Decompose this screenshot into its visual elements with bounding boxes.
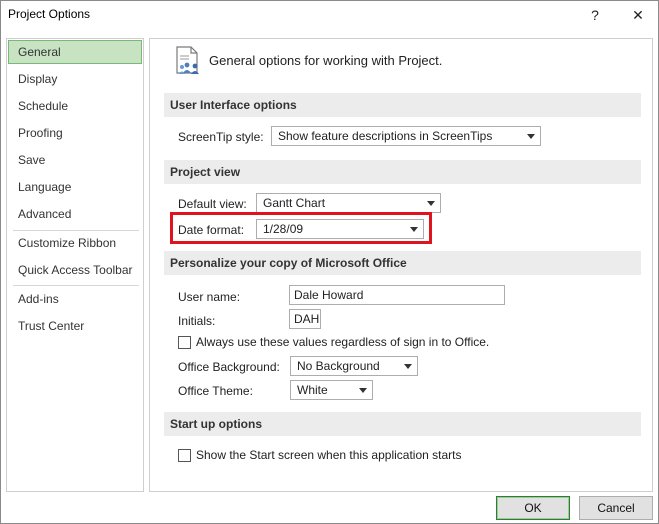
sidebar-divider — [13, 285, 139, 286]
user-name-input[interactable]: Dale Howard — [289, 285, 505, 305]
chevron-down-icon — [404, 364, 412, 369]
cancel-button[interactable]: Cancel — [579, 496, 653, 520]
close-icon[interactable]: ✕ — [626, 3, 650, 27]
sidebar-item-add-ins[interactable]: Add-ins — [8, 287, 142, 311]
project-options-dialog: Project Options ? ✕ General Display Sche… — [0, 0, 659, 524]
section-header-project-view: Project view — [164, 160, 641, 184]
panel-header-text: General options for working with Project… — [209, 53, 443, 68]
office-theme-value: White — [297, 383, 328, 397]
show-start-screen-label: Show the Start screen when this applicat… — [196, 448, 462, 462]
default-view-value: Gantt Chart — [263, 196, 326, 210]
section-header-user-interface: User Interface options — [164, 93, 641, 117]
sidebar-item-quick-access-toolbar[interactable]: Quick Access Toolbar — [8, 258, 142, 282]
default-view-label: Default view: — [178, 197, 247, 211]
sidebar-item-language[interactable]: Language — [8, 175, 142, 199]
always-use-values-label: Always use these values regardless of si… — [196, 335, 490, 349]
sidebar-item-save[interactable]: Save — [8, 148, 142, 172]
title-bar: Project Options ? ✕ — [1, 1, 658, 29]
general-options-panel: General options for working with Project… — [149, 38, 653, 492]
window-title: Project Options — [8, 7, 91, 21]
chevron-down-icon — [527, 134, 535, 139]
sidebar-item-proofing[interactable]: Proofing — [8, 121, 142, 145]
sidebar-item-general[interactable]: General — [8, 40, 142, 64]
general-options-icon — [174, 45, 204, 77]
sidebar-item-customize-ribbon[interactable]: Customize Ribbon — [8, 231, 142, 255]
office-background-dropdown[interactable]: No Background — [290, 356, 418, 376]
sidebar-nav: General Display Schedule Proofing Save L… — [6, 38, 144, 492]
office-background-label: Office Background: — [178, 360, 280, 374]
initials-input[interactable]: DAH — [289, 309, 321, 329]
screentip-style-label: ScreenTip style: — [178, 130, 264, 144]
sidebar-item-schedule[interactable]: Schedule — [8, 94, 142, 118]
screentip-style-dropdown[interactable]: Show feature descriptions in ScreenTips — [271, 126, 541, 146]
section-header-personalize: Personalize your copy of Microsoft Offic… — [164, 251, 641, 275]
show-start-screen-checkbox[interactable] — [178, 449, 191, 462]
sidebar-item-trust-center[interactable]: Trust Center — [8, 314, 142, 338]
section-header-start-up: Start up options — [164, 412, 641, 436]
always-use-values-checkbox[interactable] — [178, 336, 191, 349]
default-view-dropdown[interactable]: Gantt Chart — [256, 193, 441, 213]
sidebar-item-display[interactable]: Display — [8, 67, 142, 91]
office-background-value: No Background — [297, 359, 380, 373]
user-name-label: User name: — [178, 290, 241, 304]
chevron-down-icon — [427, 201, 435, 206]
chevron-down-icon — [359, 388, 367, 393]
date-format-highlight — [170, 212, 432, 244]
screentip-style-value: Show feature descriptions in ScreenTips — [278, 129, 493, 143]
initials-label: Initials: — [178, 314, 216, 328]
ok-button[interactable]: OK — [496, 496, 570, 520]
office-theme-dropdown[interactable]: White — [290, 380, 373, 400]
help-icon[interactable]: ? — [583, 3, 607, 27]
sidebar-item-advanced[interactable]: Advanced — [8, 202, 142, 226]
office-theme-label: Office Theme: — [178, 384, 253, 398]
